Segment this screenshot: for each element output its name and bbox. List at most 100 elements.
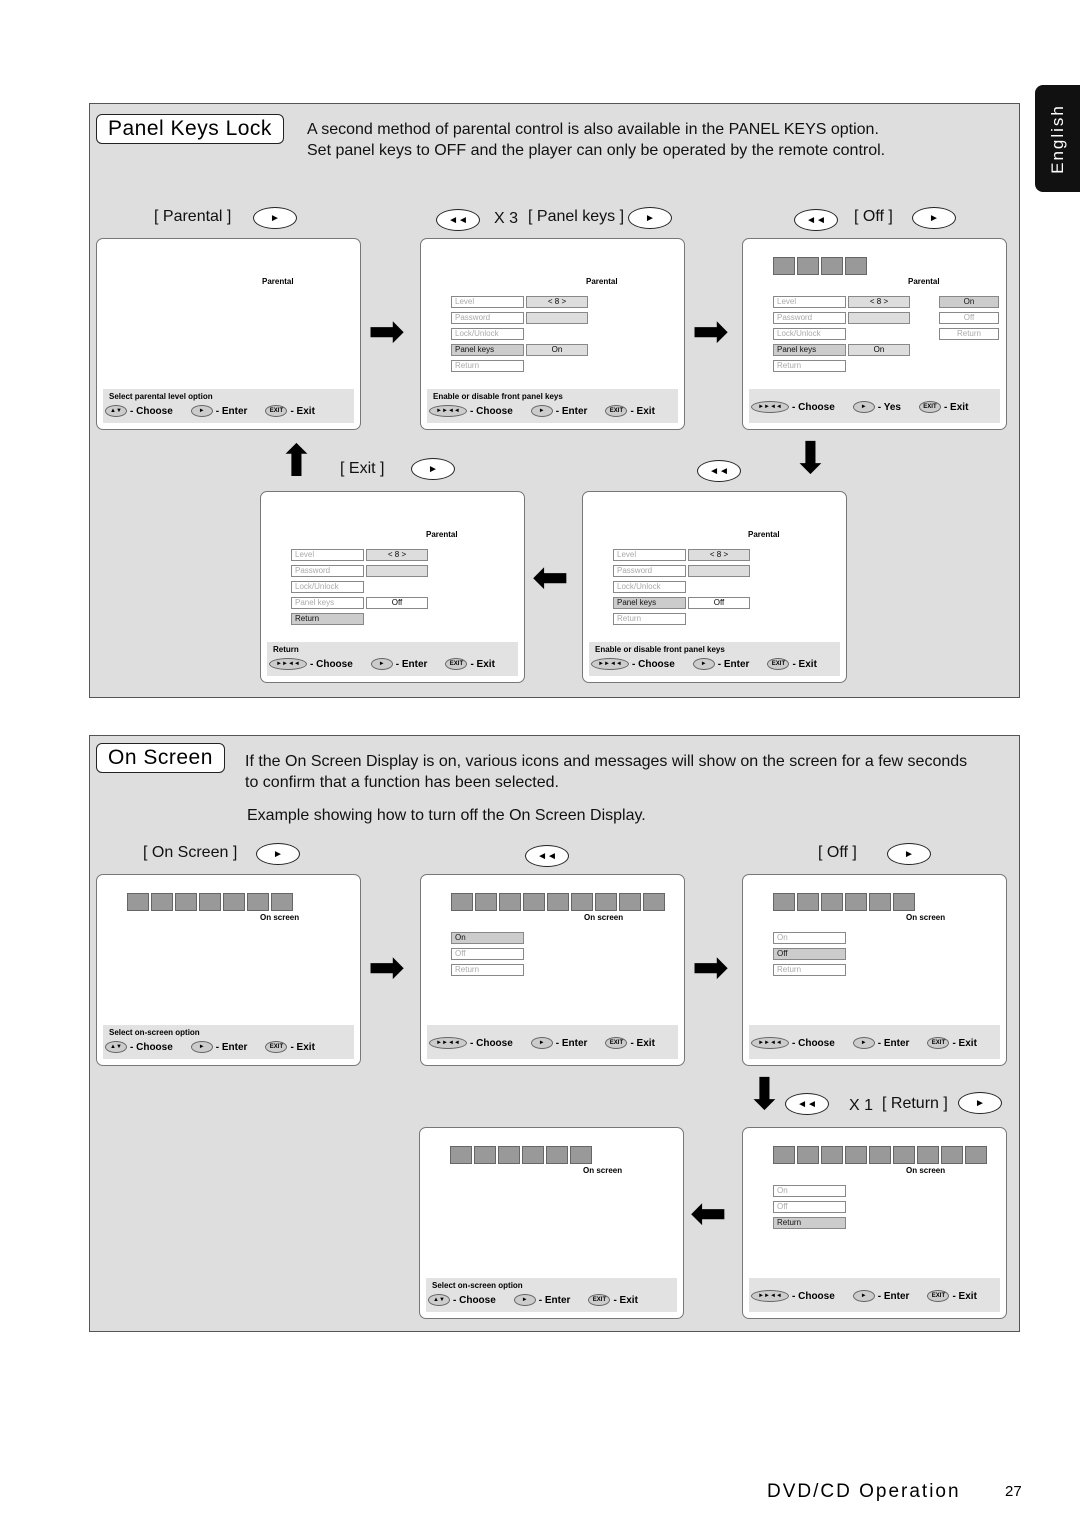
legend-label: - Exit xyxy=(470,658,495,670)
menu-icon xyxy=(523,893,545,911)
menu-icon xyxy=(797,257,819,275)
legend-item: ►►◄◄ - Choose xyxy=(751,1037,835,1049)
menu-row: Panel keys xyxy=(291,597,364,609)
play-icon: ► xyxy=(852,1290,875,1302)
menu-row: Return xyxy=(451,964,524,976)
footer-legend: ►►◄◄ - Choose ► - Enter EXIT - Exit xyxy=(429,405,655,417)
exit-icon: EXIT xyxy=(918,401,941,413)
menu-row: Return xyxy=(773,360,846,372)
play-icon: ► xyxy=(370,658,393,670)
legend-label: - Enter xyxy=(215,405,248,417)
legend-item: ► - Enter xyxy=(530,1037,588,1049)
on-screen-desc-2: to confirm that a function has been sele… xyxy=(245,774,559,791)
legend-item: ► - Enter xyxy=(852,1037,909,1049)
play-icon: ► xyxy=(190,405,213,417)
menu-row: Level xyxy=(613,549,686,561)
legend-item: ► - Enter xyxy=(370,658,427,670)
menu-icon xyxy=(619,893,641,911)
menu-icon xyxy=(474,1146,496,1164)
menu-option: Return xyxy=(939,328,999,340)
legend-item: EXIT - Exit xyxy=(445,658,495,670)
legend-item: ►►◄◄ - Choose xyxy=(429,1037,513,1049)
legend-item: EXIT - Exit xyxy=(927,1290,977,1302)
arrow-down-icon: ⬇ xyxy=(792,434,829,483)
play-icon: ► xyxy=(530,405,553,417)
menu-row: Return xyxy=(773,964,846,976)
legend-label: - Enter xyxy=(877,1290,910,1302)
exit-icon: EXIT xyxy=(265,405,288,417)
caption-on-screen: [ On Screen ] xyxy=(143,844,238,861)
menu-screen: Parental Level Password Lock/Unlock Panel ke… xyxy=(742,238,1007,430)
menu-icon xyxy=(773,1146,795,1164)
screen-title: Parental xyxy=(748,530,780,539)
menu-icon xyxy=(522,1146,544,1164)
on-screen-desc-1: If the On Screen Display is on, various … xyxy=(245,753,968,770)
ff-rew-icon: ►►◄◄ xyxy=(591,658,629,670)
ff-rew-icon: ►►◄◄ xyxy=(429,405,467,417)
menu-screen: Parental Level Password Lock/Unlock Panel ke… xyxy=(260,491,525,683)
legend-label: - Exit xyxy=(290,405,315,417)
legend-label: - Enter xyxy=(555,1037,588,1049)
play-icon: ► xyxy=(190,1041,213,1053)
exit-icon: EXIT xyxy=(767,658,790,670)
ff-rew-icon: ►►◄◄ xyxy=(269,658,307,670)
caption-parental: [ Parental ] xyxy=(154,208,232,225)
manual-page: English Panel Keys Lock A second method … xyxy=(0,0,1080,1528)
menu-icon xyxy=(893,1146,915,1164)
legend-label: - Enter xyxy=(215,1041,248,1053)
legend-label: - Exit xyxy=(952,1037,977,1049)
legend-item: EXIT - Exit xyxy=(605,1037,655,1049)
menu-row: Panel keys xyxy=(773,344,846,356)
menu-icon xyxy=(797,1146,819,1164)
menu-icon xyxy=(199,893,221,911)
rewind-button-icon: ◄◄ xyxy=(697,460,741,482)
menu-row: Off xyxy=(451,948,524,960)
hint-text: Enable or disable front panel keys xyxy=(595,645,725,654)
legend-label: - Choose xyxy=(792,1290,835,1302)
legend-label: - Enter xyxy=(717,658,750,670)
section-footer: DVD/CD Operation xyxy=(767,1481,961,1502)
legend-item: EXIT - Exit xyxy=(265,1041,315,1053)
exit-icon: EXIT xyxy=(588,1294,611,1306)
arrow-up-icon: ⬆ xyxy=(278,437,315,486)
hint-text: Select on-screen option xyxy=(432,1281,523,1290)
menu-row: Lock/Unlock xyxy=(613,581,686,593)
menu-row: Return xyxy=(291,613,364,625)
caption-panel-keys: [ Panel keys ] xyxy=(528,208,625,225)
menu-value: On xyxy=(848,344,910,356)
menu-icon xyxy=(845,893,867,911)
play-button-icon: ► xyxy=(887,843,931,865)
legend-item: ►►◄◄ - Choose xyxy=(751,1290,835,1302)
menu-row: Password xyxy=(451,312,524,324)
footer-legend: ►►◄◄ - Choose ► - Enter EXIT - Exit xyxy=(591,658,817,670)
footer-legend: ▲▼ - Choose ► - Enter EXIT - Exit xyxy=(428,1294,638,1306)
menu-icon xyxy=(271,893,293,911)
screen-title: Parental xyxy=(586,277,618,286)
arrow-down-icon: ⬇ xyxy=(746,1070,783,1119)
page-number: 27 xyxy=(1005,1483,1022,1500)
up-down-icon: ▲▼ xyxy=(105,1041,127,1053)
legend-label: - Choose xyxy=(470,405,513,417)
menu-icon xyxy=(175,893,197,911)
menu-screen: On screen Select on-screen option ▲▼ - Choo… xyxy=(96,874,361,1066)
menu-row: On xyxy=(773,932,846,944)
menu-row: Panel keys xyxy=(613,597,686,609)
legend-label: - Exit xyxy=(613,1294,638,1306)
menu-row: Level xyxy=(773,296,846,308)
menu-icon xyxy=(845,257,867,275)
screen-title: On screen xyxy=(583,1166,623,1175)
legend-item: ► - Yes xyxy=(852,401,901,413)
exit-icon: EXIT xyxy=(605,405,628,417)
menu-icon xyxy=(821,893,843,911)
exit-icon: EXIT xyxy=(445,658,468,670)
play-button-icon: ► xyxy=(411,458,455,480)
legend-item: EXIT - Exit xyxy=(265,405,315,417)
menu-value xyxy=(526,312,588,324)
menu-row: Off xyxy=(773,1201,846,1213)
hint-text: Enable or disable front panel keys xyxy=(433,392,563,401)
menu-icon xyxy=(247,893,269,911)
menu-icon xyxy=(821,257,843,275)
screen-title: On screen xyxy=(584,913,624,922)
menu-icon xyxy=(499,893,521,911)
legend-label: - Choose xyxy=(310,658,353,670)
